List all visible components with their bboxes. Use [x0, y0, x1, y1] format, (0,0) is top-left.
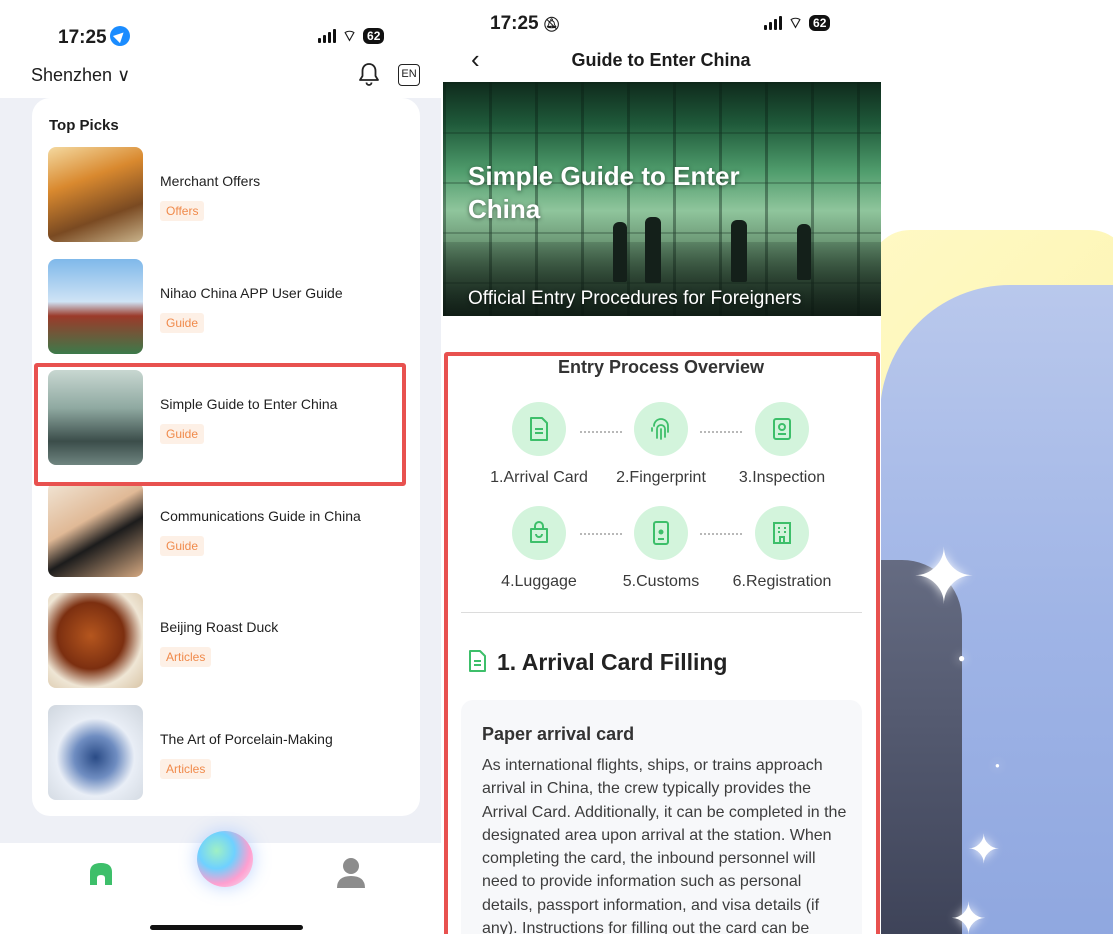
- guide-screen: 17:25 🔕︎ ⌔ 62 ‹ Guide to Enter China Simp…: [441, 0, 881, 934]
- traveler-silhouette: [731, 220, 747, 282]
- traveler-silhouette: [613, 222, 627, 282]
- system-icons: ⌔ 62: [318, 26, 385, 46]
- traveler-silhouette: [645, 217, 661, 283]
- sparkle-icon: ✦: [912, 535, 976, 620]
- item-tag: Articles: [160, 759, 212, 779]
- status-time: 17:25 🔕︎: [490, 13, 560, 35]
- language-button[interactable]: EN: [398, 64, 420, 86]
- roast-duck-thumbnail: [48, 593, 143, 688]
- bell-icon[interactable]: [357, 61, 381, 87]
- item-title: Beijing Roast Duck: [160, 619, 279, 635]
- list-item[interactable]: Communications Guide in China Guide: [32, 482, 420, 580]
- page-header: ‹ Guide to Enter China: [441, 42, 881, 82]
- system-icons: ⌔ 62: [764, 13, 831, 33]
- banner-subtitle: Official Entry Procedures for Foreigners: [468, 288, 802, 309]
- signal-icon: [764, 16, 782, 30]
- hero-banner: Simple Guide to Enter China Official Ent…: [443, 82, 881, 316]
- porcelain-thumbnail: [48, 705, 143, 800]
- location-icon: [109, 26, 130, 46]
- tab-bar: [0, 831, 441, 934]
- sparkle-icon: ✦: [950, 895, 987, 934]
- item-title: Nihao China APP User Guide: [160, 285, 343, 301]
- app-guide-thumbnail: [48, 259, 143, 354]
- wifi-icon: ⌔: [788, 15, 804, 32]
- banner-title: Simple Guide to Enter China: [468, 161, 740, 224]
- highlight-box: [444, 352, 880, 934]
- status-bar: 17:25 ⌔ 62: [0, 0, 441, 56]
- dot-icon: ●: [995, 761, 1000, 770]
- city-selector[interactable]: Shenzhen ∨: [31, 65, 130, 86]
- item-tag: Guide: [160, 536, 205, 556]
- item-tag: Offers: [160, 201, 205, 221]
- assistant-orb-button[interactable]: [197, 831, 253, 887]
- home-screen: 17:25 ⌔ 62 Shenzhen ∨ EN Top Picks Merch…: [0, 0, 441, 934]
- phone-thumbnail: [48, 482, 143, 577]
- dot-icon: ●: [958, 651, 966, 665]
- list-item[interactable]: Nihao China APP User Guide Guide: [32, 259, 420, 357]
- clock-text: 17:25: [490, 13, 539, 34]
- wifi-icon: ⌔: [342, 28, 358, 45]
- item-tag: Articles: [160, 647, 212, 667]
- list-item[interactable]: Beijing Roast Duck Articles: [32, 593, 420, 691]
- page-title: Guide to Enter China: [571, 50, 751, 70]
- merchant-thumbnail: [48, 147, 143, 242]
- highlight-box: [34, 363, 406, 486]
- battery-icon: 62: [809, 15, 831, 31]
- clock-text: 17:25: [58, 27, 107, 48]
- battery-icon: 62: [363, 28, 385, 44]
- bell-muted-icon: 🔕︎: [542, 16, 561, 32]
- traveler-silhouette: [797, 224, 811, 280]
- home-icon[interactable]: [88, 861, 114, 887]
- profile-icon[interactable]: [336, 857, 366, 889]
- item-title: The Art of Porcelain-Making: [160, 731, 333, 747]
- home-indicator: [150, 925, 303, 930]
- list-item[interactable]: Merchant Offers Offers: [32, 147, 420, 245]
- top-picks-title: Top Picks: [49, 117, 119, 134]
- item-title: Communications Guide in China: [160, 508, 361, 524]
- home-header: Shenzhen ∨ EN: [0, 56, 441, 98]
- item-title: Merchant Offers: [160, 173, 261, 189]
- signal-icon: [318, 29, 336, 43]
- status-time: 17:25: [58, 26, 130, 49]
- list-item[interactable]: The Art of Porcelain-Making Articles: [32, 705, 420, 803]
- item-tag: Guide: [160, 313, 205, 333]
- sparkle-icon: ✦: [967, 828, 1001, 872]
